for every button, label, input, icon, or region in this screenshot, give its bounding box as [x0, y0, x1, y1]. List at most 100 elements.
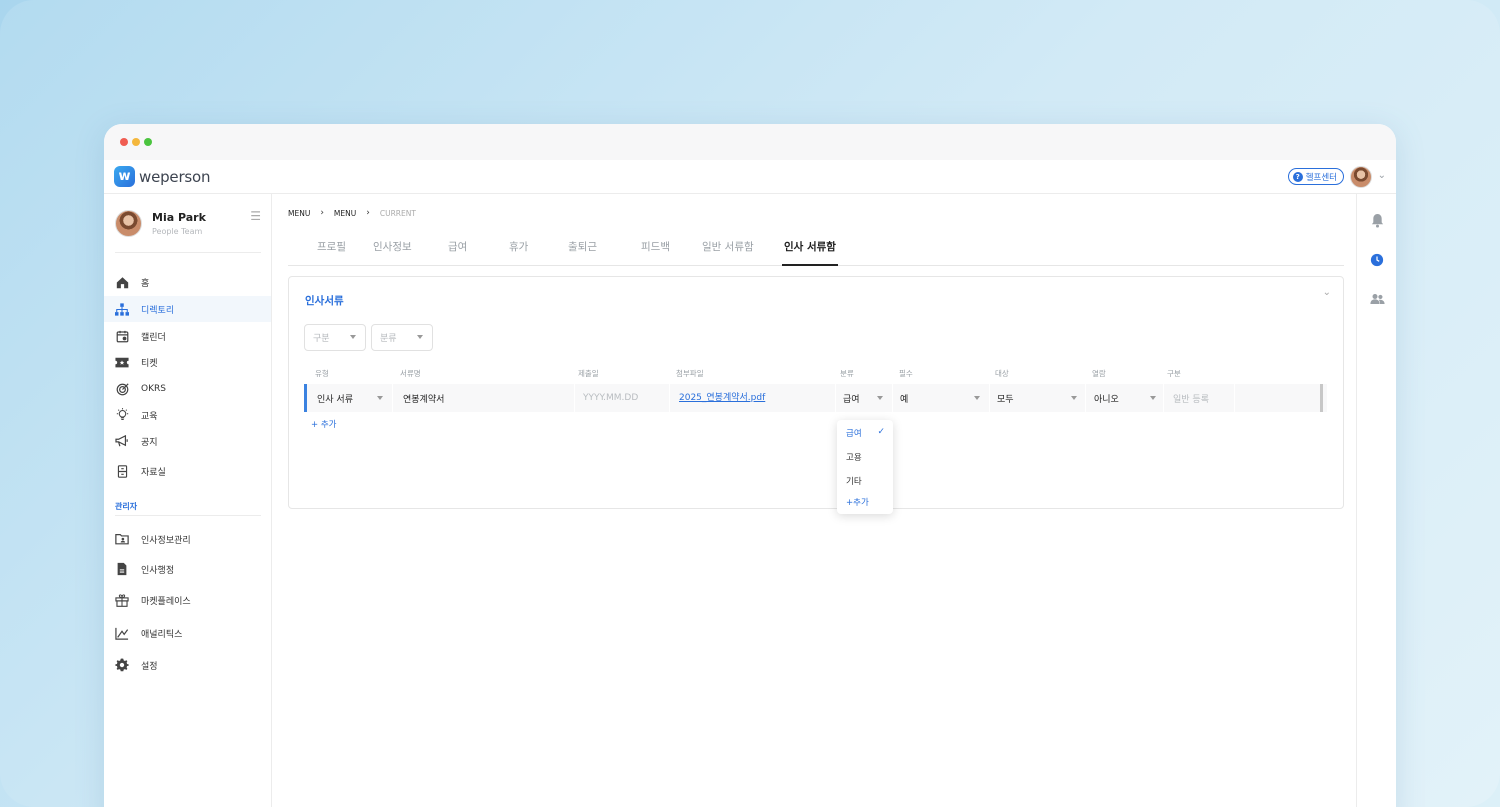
help-center-label: 헬프센터	[1305, 172, 1337, 183]
maximize-window-button[interactable]	[144, 138, 152, 146]
dropdown-add-option[interactable]: +추가	[846, 496, 869, 508]
tab-hr-info[interactable]: 인사정보	[373, 239, 412, 254]
sidebar-item-label: OKRS	[141, 384, 166, 394]
sidebar-item-home[interactable]: 홈	[104, 269, 271, 295]
sidebar-item-okrs[interactable]: OKRS	[104, 376, 271, 402]
sidebar-item-education[interactable]: 교육	[104, 402, 271, 428]
cell-divider	[989, 384, 990, 412]
document-name-value: 연봉계약서	[403, 394, 445, 405]
view-select[interactable]: 아니오	[1094, 384, 1156, 412]
attachment-link[interactable]: 2025_연봉계약서.pdf	[679, 384, 829, 408]
check-icon: ✓	[877, 427, 885, 437]
breadcrumb-item[interactable]: MENU	[288, 209, 310, 218]
close-window-button[interactable]	[120, 138, 128, 146]
caret-down-icon	[877, 396, 883, 400]
admin-section-label: 관리자	[115, 502, 138, 511]
cell-divider	[574, 384, 575, 412]
sidebar-item-notice[interactable]: 공지	[104, 428, 271, 454]
chevron-down-icon[interactable]: ⌄	[1323, 287, 1331, 298]
tab-general-documents[interactable]: 일반 서류함	[702, 239, 754, 254]
cell-divider	[835, 384, 836, 412]
table-row: 인사 서류 연봉계약서 YYYY.MM.DD 2025_연봉계약서.pdf 급여…	[304, 384, 1327, 412]
caret-down-icon	[974, 396, 980, 400]
tab-hr-documents[interactable]: 인사 서류함	[784, 239, 836, 254]
sidebar-item-settings[interactable]: 설정	[104, 652, 271, 678]
submission-date-input[interactable]: YYYY.MM.DD	[583, 384, 673, 412]
classification-value: 급여	[843, 394, 860, 405]
logo-text: weperson	[139, 167, 211, 186]
sidebar-item-label: 인사정보관리	[141, 535, 191, 546]
ticket-icon	[115, 355, 129, 369]
help-center-button[interactable]: ? 헬프센터	[1287, 168, 1344, 185]
logo-mark-icon: w	[114, 166, 135, 187]
sidebar-item-calendar[interactable]: 캘린더	[104, 323, 271, 349]
attachment-filename: 2025_연봉계약서.pdf	[679, 392, 766, 403]
document-name-input[interactable]: 연봉계약서	[403, 384, 563, 412]
document-icon	[115, 562, 129, 576]
classification-dropdown-menu: 급여 ✓ 고용 기타 +추가	[837, 420, 893, 514]
sidebar-item-ticket[interactable]: 티켓	[104, 349, 271, 375]
target-icon	[115, 382, 129, 396]
profile-name: Mia Park	[152, 211, 206, 224]
minimize-window-button[interactable]	[132, 138, 140, 146]
sidebar-item-label: 설정	[141, 661, 158, 672]
add-row-button[interactable]: + 추가	[311, 418, 336, 430]
tab-profile[interactable]: 프로필	[317, 239, 346, 254]
logo[interactable]: w weperson	[114, 166, 211, 187]
classification-select[interactable]: 급여	[843, 384, 883, 412]
sidebar-item-label: 인사행정	[141, 565, 175, 576]
tab-feedback[interactable]: 피드백	[641, 239, 670, 254]
sidebar-item-label: 홈	[141, 278, 150, 289]
profile[interactable]: Mia Park People Team	[115, 210, 206, 237]
avatar	[115, 210, 142, 237]
type-select[interactable]: 인사 서류	[317, 384, 383, 412]
background-frame: w weperson ? 헬프센터 ⌄ Mia Park People Team…	[0, 0, 1500, 807]
cell-divider	[1234, 384, 1235, 412]
sidebar-item-marketplace[interactable]: 마켓플레이스	[104, 587, 271, 613]
column-header: 대상	[995, 369, 1009, 378]
chevron-down-icon[interactable]: ⌄	[1378, 170, 1386, 181]
row-drag-handle[interactable]	[1320, 384, 1323, 412]
home-icon	[115, 275, 129, 289]
analytics-icon	[115, 626, 129, 640]
sidebar-item-label: 애널리틱스	[141, 629, 183, 640]
tab-leave[interactable]: 휴가	[509, 239, 528, 254]
sidebar-item-label: 마켓플레이스	[141, 596, 191, 607]
breadcrumb-item[interactable]: MENU	[334, 209, 356, 218]
cell-divider	[892, 384, 893, 412]
active-tab-indicator	[782, 264, 838, 266]
column-header: 유형	[315, 369, 329, 378]
megaphone-icon	[115, 434, 129, 448]
tab-salary[interactable]: 급여	[448, 239, 467, 254]
cell-divider	[392, 384, 393, 412]
clock-icon[interactable]	[1369, 252, 1385, 268]
user-avatar[interactable]	[1350, 166, 1372, 188]
archive-icon	[115, 464, 129, 478]
target-select[interactable]: 모두	[997, 384, 1077, 412]
caret-down-icon	[350, 335, 356, 339]
app-window: w weperson ? 헬프센터 ⌄ Mia Park People Team…	[104, 124, 1396, 807]
type-value: 인사 서류	[317, 394, 353, 405]
sidebar-item-hr-admin[interactable]: 인사행정	[104, 556, 271, 582]
sidebar-item-archive[interactable]: 자료실	[104, 458, 271, 484]
main-content: MENU › MENU › CURRENT 프로필 인사정보 급여 휴가 출퇴근…	[272, 194, 1356, 807]
tab-attendance[interactable]: 출퇴근	[568, 239, 597, 254]
tab-bar: 프로필 인사정보 급여 휴가 출퇴근 피드백 일반 서류함 인사 서류함	[288, 229, 1344, 266]
sidebar-item-directory[interactable]: 디렉토리	[104, 296, 271, 322]
bell-icon[interactable]	[1369, 212, 1385, 228]
category-filter-select[interactable]: 구분	[304, 324, 366, 351]
caret-down-icon	[377, 396, 383, 400]
menu-toggle-icon[interactable]: ☰	[250, 209, 261, 223]
sidebar-item-hr-info[interactable]: 인사정보관리	[104, 526, 271, 552]
calendar-icon	[115, 329, 129, 343]
users-icon[interactable]	[1369, 291, 1385, 307]
dropdown-option-other[interactable]: 기타	[846, 475, 862, 487]
category-input[interactable]: 일반 등록	[1173, 384, 1233, 412]
sidebar: Mia Park People Team ☰ 홈 디렉토리 캘린더 티켓 OKR…	[104, 194, 272, 807]
dropdown-option-employment[interactable]: 고용	[846, 451, 862, 463]
classification-filter-select[interactable]: 분류	[371, 324, 433, 351]
required-select[interactable]: 예	[900, 384, 980, 412]
dropdown-option-salary[interactable]: 급여	[846, 427, 862, 439]
divider	[115, 515, 261, 516]
sidebar-item-analytics[interactable]: 애널리틱스	[104, 620, 271, 646]
